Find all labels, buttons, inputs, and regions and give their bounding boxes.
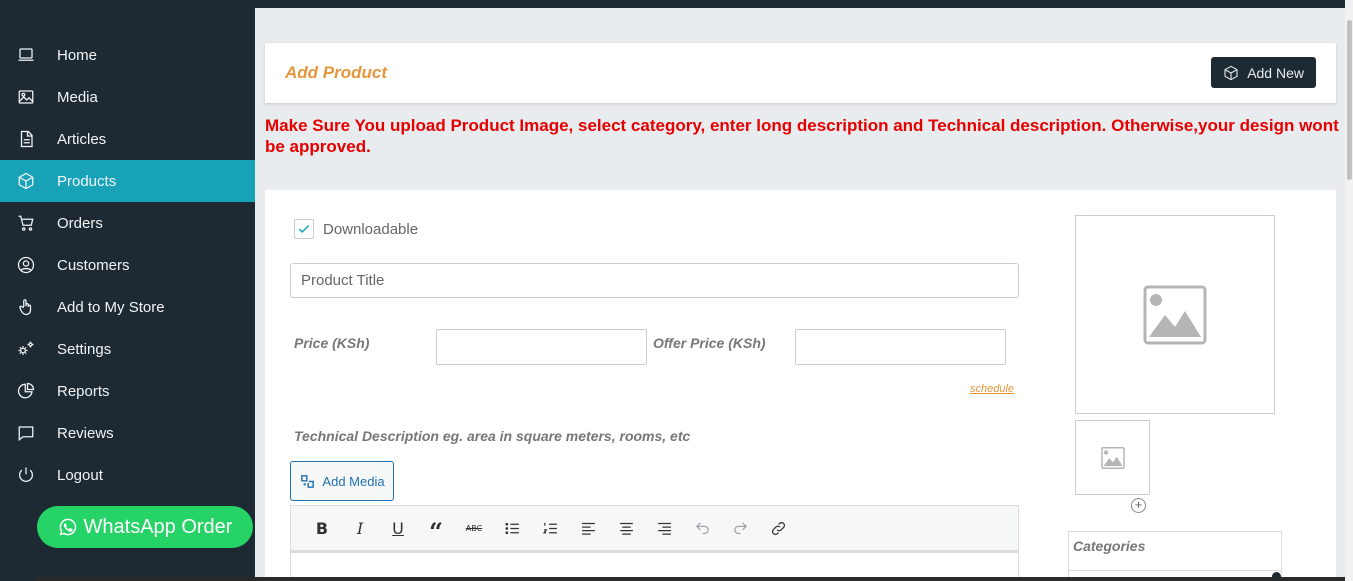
sidebar-item-label: Logout (57, 466, 103, 484)
sidebar-item-label: Customers (57, 256, 130, 274)
quote-icon: “ (429, 517, 443, 546)
sidebar-item-label: Reports (57, 382, 110, 400)
categories-title: Categories (1073, 538, 1146, 554)
underline-icon: U (392, 518, 404, 538)
blockquote-button[interactable]: “ (417, 513, 455, 546)
offer-price-label: Offer Price (KSh) (653, 335, 766, 351)
align-right-icon (657, 522, 671, 535)
cart-icon (0, 214, 57, 232)
top-bar (255, 0, 1345, 8)
whatsapp-order-label: WhatsApp Order (83, 515, 233, 538)
whatsapp-icon (59, 518, 76, 536)
divider (1069, 570, 1281, 571)
pie-chart-icon (0, 382, 57, 400)
downloadable-label: Downloadable (323, 220, 419, 238)
align-center-icon (619, 522, 633, 535)
product-form: Downloadable Price (KSh) Offer Price (KS… (265, 190, 1336, 581)
plus-icon: + (1134, 497, 1143, 512)
sidebar-item-products[interactable]: Products (0, 160, 255, 202)
power-icon (0, 466, 57, 484)
price-label: Price (KSh) (294, 335, 370, 351)
checkmark-icon (298, 224, 310, 233)
product-title-input[interactable] (290, 263, 1019, 298)
add-new-button[interactable]: Add New (1211, 57, 1316, 88)
undo-icon (695, 521, 709, 534)
insert-link-button[interactable] (759, 513, 797, 543)
sidebar: Home Media Articles Products Orders Cust… (0, 0, 255, 581)
sidebar-item-label: Add to My Store (57, 298, 165, 316)
media-icon (301, 474, 315, 488)
page-title: Add Product (285, 63, 387, 82)
offer-price-input[interactable] (795, 329, 1006, 365)
redo-button[interactable] (721, 513, 759, 543)
bold-button[interactable]: B (303, 513, 341, 543)
add-media-label: Add Media (322, 473, 385, 489)
strikethrough-icon: ABC (465, 523, 483, 533)
sidebar-item-orders[interactable]: Orders (0, 202, 255, 244)
user-circle-icon (0, 256, 57, 274)
align-left-icon (581, 522, 595, 535)
sidebar-item-media[interactable]: Media (0, 76, 255, 118)
bottom-edge (34, 577, 1345, 581)
undo-button[interactable] (683, 513, 721, 543)
editor-toolbar: B I U “ ABC (290, 505, 1019, 551)
image-placeholder-icon (1100, 446, 1125, 469)
technical-description-label: Technical Description eg. area in square… (294, 428, 691, 444)
downloadable-row: Downloadable (294, 219, 418, 239)
italic-button[interactable]: I (341, 513, 379, 543)
sidebar-item-label: Media (57, 88, 98, 106)
scrollbar-thumb[interactable] (1347, 20, 1352, 180)
sidebar-item-label: Home (57, 46, 98, 64)
sidebar-item-label: Reviews (57, 424, 114, 442)
schedule-link[interactable]: schedule (970, 383, 1014, 395)
product-image-upload[interactable] (1075, 215, 1275, 414)
comment-icon (0, 424, 57, 442)
laptop-icon (0, 46, 57, 64)
image-icon (0, 88, 57, 106)
align-right-button[interactable] (645, 513, 683, 543)
underline-button[interactable]: U (379, 513, 417, 543)
cogs-icon (0, 340, 57, 358)
categories-box: Categories (1068, 531, 1282, 581)
add-new-label: Add New (1247, 64, 1304, 81)
downloadable-checkbox[interactable] (294, 219, 314, 239)
sidebar-item-home[interactable]: Home (0, 34, 255, 76)
box-icon (1224, 65, 1238, 80)
add-media-button[interactable]: Add Media (290, 461, 394, 501)
image-placeholder-icon (1143, 285, 1207, 344)
sidebar-item-add-to-my-store[interactable]: Add to My Store (0, 286, 255, 328)
bold-icon: B (315, 518, 329, 538)
hand-pointer-icon (0, 298, 57, 316)
document-icon (0, 130, 57, 148)
product-gallery-thumb[interactable] (1075, 420, 1150, 495)
page-header: Add Product Add New (265, 43, 1336, 103)
sidebar-item-customers[interactable]: Customers (0, 244, 255, 286)
sidebar-item-settings[interactable]: Settings (0, 328, 255, 370)
bullet-list-icon (504, 522, 519, 534)
sidebar-item-label: Products (57, 172, 117, 190)
sidebar-item-logout[interactable]: Logout (0, 454, 255, 496)
align-center-button[interactable] (607, 513, 645, 543)
sidebar-item-label: Orders (57, 214, 103, 232)
bullet-list-button[interactable] (493, 513, 531, 543)
align-left-button[interactable] (569, 513, 607, 543)
sidebar-nav: Home Media Articles Products Orders Cust… (0, 34, 255, 496)
sidebar-item-label: Articles (57, 130, 107, 148)
numbered-list-button[interactable] (531, 513, 569, 543)
redo-icon (733, 521, 747, 534)
sidebar-item-label: Settings (57, 340, 112, 358)
sidebar-item-articles[interactable]: Articles (0, 118, 255, 160)
strikethrough-button[interactable]: ABC (455, 513, 493, 543)
italic-icon: I (356, 518, 364, 538)
whatsapp-order-button[interactable]: WhatsApp Order (37, 506, 253, 548)
price-input[interactable] (436, 329, 647, 365)
warning-message: Make Sure You upload Product Image, sele… (265, 116, 1339, 156)
link-icon (771, 521, 785, 535)
sidebar-item-reports[interactable]: Reports (0, 370, 255, 412)
box-icon (0, 172, 57, 190)
sidebar-item-reviews[interactable]: Reviews (0, 412, 255, 454)
add-gallery-image-button[interactable]: + (1131, 498, 1146, 513)
numbered-list-icon (542, 522, 557, 533)
